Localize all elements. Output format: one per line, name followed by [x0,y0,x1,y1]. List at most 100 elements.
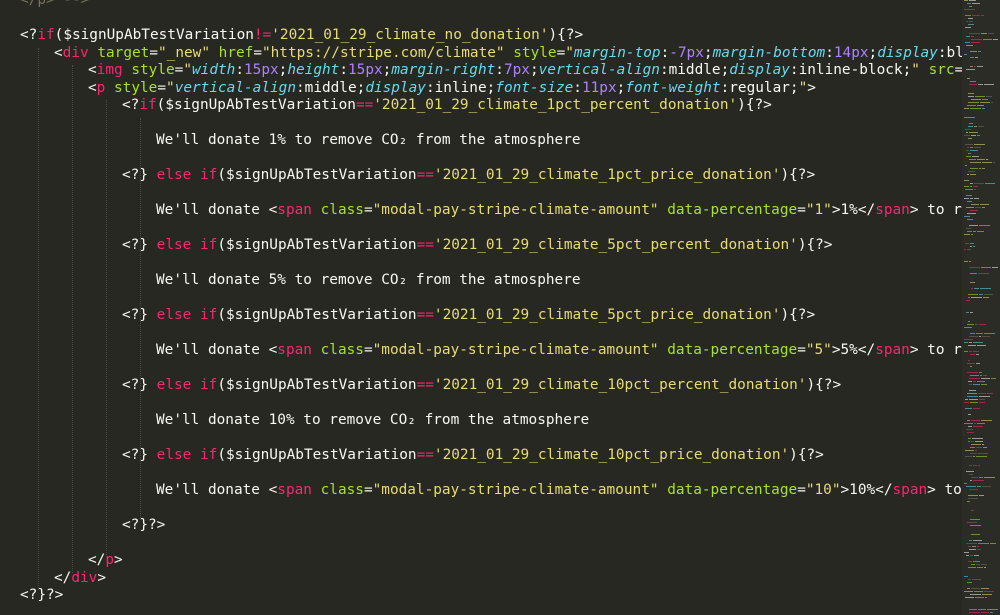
code-line[interactable]: <?}?> [122,514,165,536]
minimap-stroke [966,312,969,313]
minimap-stroke [966,543,977,544]
minimap-stroke [978,453,988,454]
code-token: span [277,202,312,218]
minimap-stroke [967,174,969,175]
code-editor[interactable]: </p> --> <?if($signUpAbTestVariation!='20… [0,0,1000,615]
minimap-stroke [979,399,985,400]
minimap-stroke [986,159,988,160]
code-token: = [797,202,806,218]
minimap-stroke [993,39,998,40]
minimap-stroke [971,564,975,565]
minimap-stroke [978,51,981,52]
code-token: > [114,552,123,568]
code-line[interactable]: We'll donate 10% to remove CO₂ from the … [156,409,589,431]
code-token: We'll donate < [156,202,278,218]
minimap-stroke [969,261,971,262]
code-line[interactable]: We'll donate <span class="modal-pay-stri… [156,199,962,221]
minimap-stroke [970,168,978,169]
code-token: span [277,482,312,498]
minimap-stroke [970,525,981,526]
minimap-stroke [977,486,981,487]
code-token: = [954,62,962,78]
code-line[interactable]: <?} else if($signUpAbTestVariation=='202… [122,234,832,256]
minimap-stroke [970,375,979,376]
minimap-stroke [970,210,978,211]
minimap-stroke [976,363,980,364]
minimap-stroke [981,564,987,565]
minimap-stroke [969,351,972,352]
minimap-stroke [969,612,980,613]
minimap-stroke [974,66,976,67]
minimap-stroke [971,42,980,43]
minimap-stroke [967,147,969,148]
minimap-stroke [970,57,974,58]
minimap-stroke [970,162,981,163]
minimap-stroke [970,453,977,454]
minimap-stroke [987,393,993,394]
code-line[interactable]: </p> --> [20,0,89,11]
code-line[interactable]: We'll donate 5% to remove CO₂ from the a… [156,269,581,291]
code-token: if [199,307,218,323]
minimap-stroke [976,564,980,565]
code-token: ){?> [806,377,842,393]
minimap-stroke [976,354,979,355]
minimap-stroke [971,297,982,298]
minimap-stroke [982,108,985,109]
minimap-stroke [990,543,996,544]
code-token: < [88,79,97,96]
code-line[interactable]: <?} else if($signUpAbTestVariation=='202… [122,164,815,186]
minimap-stroke [972,579,981,580]
minimap-stroke [968,294,978,295]
code-token: '2021_01_29_climate_10pct_percent_donati… [433,377,807,393]
code-token: div [62,44,89,61]
minimap[interactable] [962,0,1000,615]
minimap-stroke [966,486,976,487]
code-token: > to r [909,342,962,358]
code-area[interactable]: </p> --> <?if($signUpAbTestVariation!='20… [0,0,962,615]
code-line[interactable]: <?if($signUpAbTestVariation=='2021_01_29… [122,94,772,116]
minimap-stroke [971,441,974,442]
minimap-stroke [973,480,984,481]
minimap-stroke [979,495,984,496]
code-line[interactable]: We'll donate 1% to remove CO₂ from the a… [156,129,581,151]
minimap-stroke [967,396,978,397]
minimap-stroke [964,9,975,10]
minimap-stroke [975,207,981,208]
minimap-stroke [964,483,967,484]
minimap-stroke [978,273,989,274]
minimap-stroke [979,396,990,397]
minimap-stroke [974,555,979,556]
minimap-stroke [970,198,973,199]
code-token: == [416,447,434,463]
minimap-stroke [974,423,976,424]
minimap-stroke [964,198,969,199]
minimap-stroke [974,144,985,145]
code-line[interactable]: <?}?> [20,584,63,606]
minimap-stroke [964,576,968,577]
code-token: else [156,447,192,463]
minimap-stroke [973,186,978,187]
code-line[interactable]: <?} else if($signUpAbTestVariation=='202… [122,374,841,396]
code-line[interactable]: <?} else if($signUpAbTestVariation=='202… [122,444,824,466]
code-token: ($signUpAbTestVariation [217,377,417,393]
minimap-stroke [979,402,985,403]
code-token: span [892,482,928,498]
minimap-stroke [979,372,982,373]
code-line[interactable]: We'll donate <span class="modal-pay-stri… [156,479,962,501]
code-line[interactable]: <?} else if($signUpAbTestVariation=='202… [122,304,815,326]
minimap-stroke [972,15,980,16]
minimap-stroke [968,579,971,580]
minimap-stroke [968,567,976,568]
code-token: == [416,237,434,253]
minimap-stroke [966,45,973,46]
minimap-stroke [964,261,968,262]
minimap-stroke [971,99,981,100]
minimap-stroke [973,408,980,409]
code-token: span [277,342,312,358]
minimap-stroke [964,339,973,340]
code-line[interactable]: We'll donate <span class="modal-pay-stri… [156,339,962,361]
minimap-stroke [970,147,973,148]
minimap-stroke [968,96,974,97]
